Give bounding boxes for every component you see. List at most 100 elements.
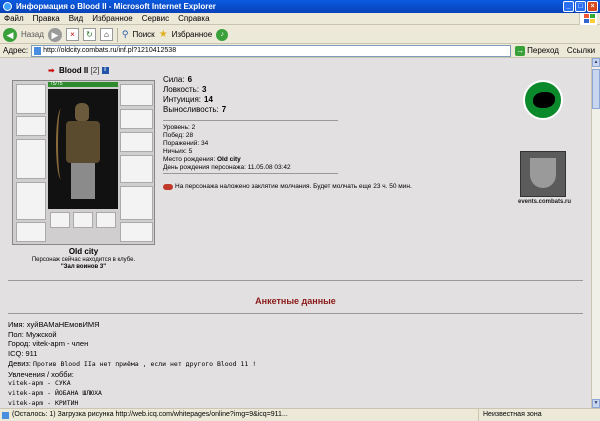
stat-row: Сила: 6 (163, 75, 226, 85)
security-zone: Неизвестная зона (478, 409, 600, 421)
pants-slot[interactable] (120, 186, 153, 220)
window-controls: _ □ × (563, 1, 598, 12)
stat-value: 3 (202, 85, 207, 94)
fact-label: Уровень: (163, 124, 190, 131)
address-input[interactable]: http://oldcity.combats.ru/inf.pl?1210412… (31, 44, 512, 57)
profile-city-row: Город: vitek-apm - член (8, 339, 256, 349)
silence-text: На персонажа наложено заклятие молчания.… (175, 183, 412, 190)
media-icon[interactable]: ♪ (216, 28, 229, 41)
ring-slot-3[interactable] (96, 212, 116, 228)
menu-bar: Файл Правка Вид Избранное Сервис Справка (0, 13, 600, 25)
ring-slot-1[interactable] (50, 212, 70, 228)
hobby-item: vitek-apm - ЙОБАНА ШЛЮХА (8, 388, 102, 397)
profile-city: vitek-apm - член (32, 339, 89, 349)
profile-icq: 911 (25, 349, 38, 359)
hobby-item: vitek-apm - СУКА (8, 379, 71, 388)
menu-edit[interactable]: Правка (33, 14, 60, 23)
page-icon (34, 46, 42, 55)
maximize-button[interactable]: □ (575, 1, 586, 12)
ring-slot-2[interactable] (73, 212, 93, 228)
bow-shape (56, 109, 66, 179)
star-icon[interactable]: ★ (159, 29, 168, 40)
menu-help[interactable]: Справка (178, 14, 209, 23)
fact-label: Побед: (163, 132, 185, 139)
refresh-icon[interactable]: ↻ (82, 28, 96, 41)
stat-value: 6 (187, 75, 193, 84)
stat-label: Ловкость: (163, 85, 200, 94)
search-button[interactable]: Поиск (133, 30, 155, 39)
offhand-slot[interactable] (120, 155, 153, 183)
go-button[interactable]: → Переход (515, 45, 559, 56)
weapon-slot[interactable] (16, 139, 46, 179)
profile-icq-row: ICQ: 911 (8, 349, 256, 359)
stop-icon[interactable]: × (65, 28, 79, 41)
body-shape (66, 121, 100, 163)
stat-value: 14 (204, 95, 213, 104)
menu-tools[interactable]: Сервис (142, 14, 169, 23)
back-label[interactable]: Назад (21, 30, 44, 39)
bracers-slot[interactable] (16, 116, 46, 136)
clan-emblem-icon[interactable] (523, 80, 563, 120)
menu-favorites[interactable]: Избранное (92, 14, 133, 23)
search-icon[interactable]: ⚲ (122, 29, 129, 40)
events-banner-icon[interactable] (520, 151, 566, 197)
character-level: [2] (90, 66, 100, 75)
arrow-icon: ➡ (48, 66, 55, 75)
toolbar: ◀ Назад ▶ × ↻ ⌂ ⚲ Поиск ★ Избранное ♪ (0, 26, 600, 44)
page-content: ➡ Blood II [2] i 75/75 Old city Персонаж… (0, 58, 591, 408)
forward-arrow-icon[interactable]: ▶ (47, 27, 62, 42)
amulet-slot[interactable] (120, 84, 153, 106)
menu-view[interactable]: Вид (69, 14, 83, 23)
stat-row: Ловкость: 3 (163, 85, 226, 95)
divider (8, 280, 583, 281)
go-arrow-icon: → (515, 45, 526, 56)
fact-value: 34 (200, 140, 209, 147)
stats-list: Сила: 6 Ловкость: 3 Интуиция: 14 Выносливос… (163, 75, 226, 115)
gloves-slot[interactable] (120, 132, 153, 152)
info-icon[interactable]: i (101, 67, 109, 75)
equipment-panel: 75/75 (12, 80, 155, 245)
legs-shape (71, 163, 95, 199)
status-bar: (Осталось: 1) Загрузка рисунка http://we… (0, 408, 600, 421)
earrings-slot[interactable] (120, 109, 153, 129)
favorites-button[interactable]: Избранное (172, 30, 213, 39)
club-name: "Зал воинов 3" (60, 264, 107, 270)
profile-motto: Против Blood IIа нет приёма , если нет д… (33, 359, 257, 368)
stat-label: Выносливость: (163, 105, 219, 114)
profile-motto-row: Девиз: Против Blood IIа нет приёма , есл… (8, 359, 256, 370)
silence-icon (163, 183, 173, 190)
profile-name: хуйВАМаНЕмовИМЯ (26, 320, 100, 329)
club-note: Персонаж сейчас находится в клубе. (31, 257, 136, 263)
silence-notice: На персонажа наложено заклятие молчания.… (163, 183, 412, 190)
stat-label: Сила: (163, 75, 185, 84)
fact-row: Ничьих: 5 (163, 148, 291, 156)
scroll-up-icon[interactable]: ▲ (592, 58, 600, 67)
boots-slot[interactable] (120, 222, 153, 242)
character-name-text: Blood II (58, 66, 89, 75)
profile-label: Девиз: (8, 358, 31, 368)
divider (163, 173, 338, 174)
back-arrow-icon[interactable]: ◀ (3, 27, 17, 42)
scroll-thumb[interactable] (592, 69, 600, 109)
address-bar: Адрес: http://oldcity.combats.ru/inf.pl?… (0, 44, 600, 58)
fact-row: Побед: 28 (163, 132, 291, 140)
window-title-bar: Информация о Blood II - Microsoft Intern… (0, 0, 600, 13)
profile-name-row: Имя: хуйВАМаНЕмовИМЯ (8, 320, 256, 330)
helmet-slot[interactable] (16, 84, 46, 114)
minimize-button[interactable]: _ (563, 1, 574, 12)
vertical-scrollbar[interactable]: ▲ ▼ (591, 58, 600, 408)
character-avatar[interactable] (48, 89, 118, 209)
windows-logo-icon (579, 13, 597, 25)
fact-value: Old city (216, 156, 241, 163)
menu-file[interactable]: Файл (4, 14, 24, 23)
fact-label: День рождения персонажа: (163, 164, 246, 171)
events-link[interactable]: events.combats.ru (518, 199, 571, 205)
home-icon[interactable]: ⌂ (99, 28, 113, 41)
scroll-down-icon[interactable]: ▼ (592, 399, 600, 408)
fact-label: Поражений: (163, 140, 200, 147)
belt-slot[interactable] (16, 222, 46, 242)
links-button[interactable]: Ссылки (567, 46, 595, 55)
armor-slot[interactable] (16, 182, 46, 220)
fact-value: 5 (188, 148, 193, 155)
close-button[interactable]: × (587, 1, 598, 12)
